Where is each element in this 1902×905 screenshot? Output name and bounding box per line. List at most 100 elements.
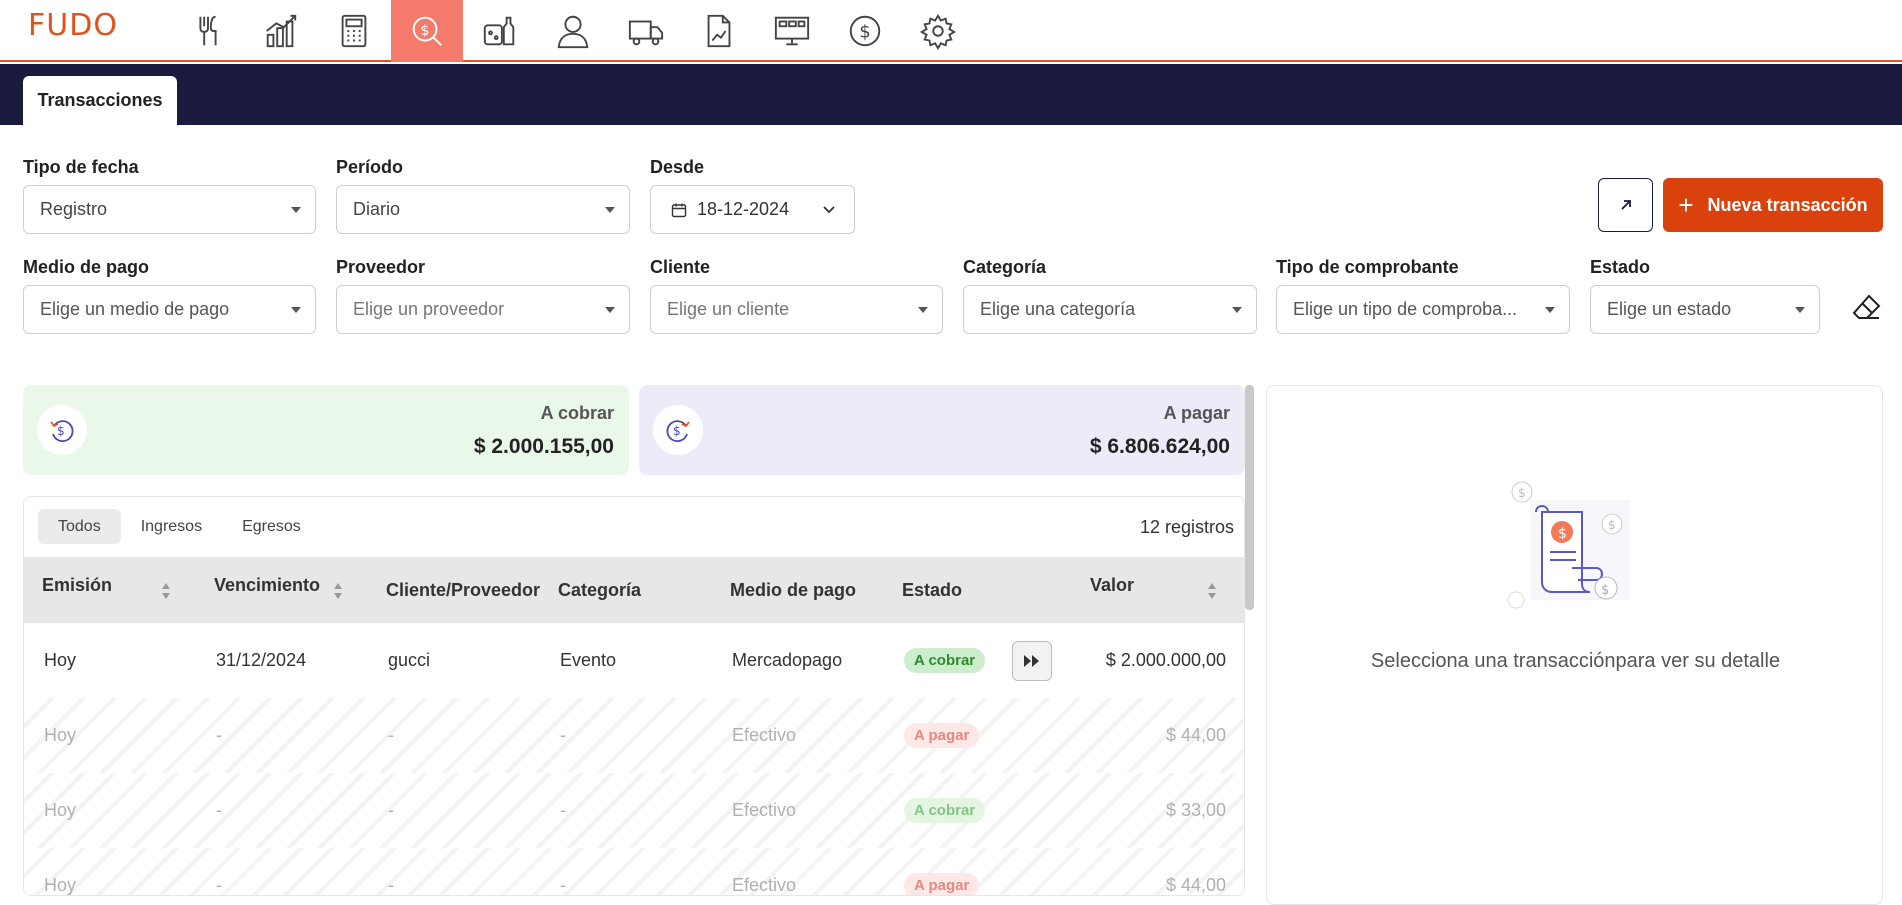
tipo-comprobante-select[interactable]: Elige un tipo de comproba... <box>1276 285 1570 334</box>
dollar-search-icon: $ <box>412 16 442 46</box>
cell-emision: Hoy <box>44 650 77 670</box>
grocery-icon <box>483 16 515 46</box>
cell-categoria: - <box>560 875 566 895</box>
bar-chart-icon <box>266 14 297 48</box>
header-valor[interactable]: Valor <box>1090 552 1134 618</box>
empty-detail-message: Selecciona una transacciónpara ver su de… <box>1370 650 1781 672</box>
nav-reports-button[interactable] <box>683 0 755 62</box>
cell-vencimiento: - <box>216 800 222 820</box>
table-scrollbar[interactable] <box>1245 385 1254 610</box>
tab-transacciones[interactable]: Transacciones <box>23 76 177 125</box>
svg-text:$: $ <box>420 23 429 39</box>
svg-text:$: $ <box>1558 526 1567 542</box>
desde-value: 18-12-2024 <box>697 199 790 219</box>
cell-emision: Hoy <box>44 725 77 745</box>
caret-down-icon <box>291 307 301 313</box>
nav-suppliers-button[interactable] <box>610 0 682 62</box>
pagar-value: $ 6.806.624,00 <box>1089 435 1230 458</box>
nav-stats-button[interactable] <box>245 0 317 62</box>
medio-pago-select[interactable]: Elige un medio de pago <box>23 285 316 334</box>
tipo-fecha-select[interactable]: Registro <box>23 185 316 234</box>
medio-pago-placeholder: Elige un medio de pago <box>40 299 230 319</box>
cliente-label: Cliente <box>650 257 711 277</box>
cell-estado: A pagar <box>904 698 980 773</box>
status-badge: A cobrar <box>904 798 986 823</box>
transaction-detail-panel: $ $ $ $ Selecciona una transacciónpara v… <box>1266 385 1883 905</box>
table-row[interactable]: Hoy - - - Efectivo A pagar $ 44,00 <box>24 848 1244 895</box>
desde-date-picker[interactable]: 18-12-2024 <box>650 185 855 234</box>
nav-salon-button[interactable] <box>172 0 244 62</box>
estado-select[interactable]: Elige un estado <box>1590 285 1820 334</box>
expand-button[interactable] <box>1598 178 1653 232</box>
nav-products-button[interactable] <box>464 0 536 62</box>
caret-down-icon <box>1545 307 1555 313</box>
status-badge: A pagar <box>904 723 980 748</box>
segment-ingresos[interactable]: Ingresos <box>121 509 222 544</box>
plus-icon: + <box>1678 190 1694 220</box>
header-estado: Estado <box>902 579 963 600</box>
estado-placeholder: Elige un estado <box>1607 299 1732 319</box>
cell-estado: A pagar <box>904 848 980 895</box>
eraser-icon[interactable] <box>1852 292 1882 322</box>
nav-customers-button[interactable] <box>537 0 609 62</box>
cliente-select[interactable]: Elige un cliente <box>650 285 943 334</box>
records-count: 12 registros <box>1139 517 1234 537</box>
table-row[interactable]: Hoy - - - Efectivo A pagar $ 44,00 <box>24 698 1244 773</box>
transactions-panel: Todos Ingresos Egresos 12 registros Emis… <box>23 496 1245 896</box>
advance-status-button[interactable] <box>1012 641 1052 681</box>
cell-valor: $ 44,00 <box>1165 725 1226 745</box>
estado-label: Estado <box>1590 257 1651 277</box>
tipo-fecha-label: Tipo de fecha <box>23 157 139 177</box>
cell-emision: Hoy <box>44 875 77 895</box>
receipt-illustration-icon: $ $ $ $ <box>1507 481 1630 609</box>
top-navigation-bar: FUDO $ $ <box>0 0 1902 62</box>
proveedor-select[interactable]: Elige un proveedor <box>336 285 630 334</box>
fudo-logo[interactable]: FUDO <box>28 8 118 43</box>
truck-icon <box>628 20 664 46</box>
cell-categoria: - <box>560 800 566 820</box>
proveedor-placeholder: Elige un proveedor <box>353 299 505 319</box>
svg-text:$: $ <box>1518 486 1526 500</box>
caret-down-icon <box>918 307 928 313</box>
sort-icon[interactable] <box>161 582 171 600</box>
filter-segmented-control: Todos Ingresos Egresos <box>38 509 321 544</box>
cell-cliente: gucci <box>388 650 431 670</box>
nav-monitor-button[interactable] <box>756 0 828 62</box>
cell-cliente: - <box>388 800 394 820</box>
cell-valor: $ 2.000.000,00 <box>1105 650 1226 670</box>
svg-text:$: $ <box>859 22 870 43</box>
svg-text:$: $ <box>673 424 681 438</box>
header-vencimiento[interactable]: Vencimiento <box>214 552 320 618</box>
cobrar-label: A cobrar <box>540 403 614 423</box>
segment-todos[interactable]: Todos <box>38 509 121 544</box>
receivable-icon: $ <box>37 405 87 455</box>
cell-categoria: Evento <box>560 650 617 670</box>
summary-card-cobrar: $ A cobrar $ 2.000.155,00 <box>23 385 629 475</box>
cell-cliente: - <box>388 875 394 895</box>
segment-egresos[interactable]: Egresos <box>222 509 321 544</box>
periodo-select[interactable]: Diario <box>336 185 630 234</box>
cell-categoria: - <box>560 725 566 745</box>
new-transaction-button[interactable]: + Nueva transacción <box>1663 178 1883 232</box>
categoria-select[interactable]: Elige una categoría <box>963 285 1257 334</box>
calculator-icon <box>341 14 367 48</box>
calendar-icon <box>671 203 687 217</box>
new-transaction-label: Nueva transacción <box>1707 194 1868 215</box>
sort-icon[interactable] <box>333 582 343 600</box>
caret-down-icon <box>1232 307 1242 313</box>
cell-medio-pago: Mercadopago <box>732 650 843 670</box>
table-row[interactable]: Hoy - - - Efectivo A cobrar $ 33,00 <box>24 773 1244 848</box>
arrow-up-right-icon <box>1620 200 1631 210</box>
categoria-placeholder: Elige una categoría <box>980 299 1136 319</box>
section-tab-strip: Transacciones <box>0 64 1902 125</box>
nav-payments-button[interactable]: $ <box>829 0 901 62</box>
cobrar-value: $ 2.000.155,00 <box>473 435 614 458</box>
cell-estado: A cobrar <box>904 773 986 848</box>
table-row[interactable]: Hoy 31/12/2024 gucci Evento Mercadopago … <box>24 623 1244 698</box>
caret-down-icon <box>605 207 615 213</box>
nav-settings-button[interactable] <box>902 0 974 62</box>
header-emision[interactable]: Emisión <box>42 552 112 618</box>
sort-icon[interactable] <box>1207 582 1217 600</box>
nav-cashier-button[interactable] <box>318 0 390 62</box>
nav-transactions-button[interactable]: $ <box>391 0 463 62</box>
